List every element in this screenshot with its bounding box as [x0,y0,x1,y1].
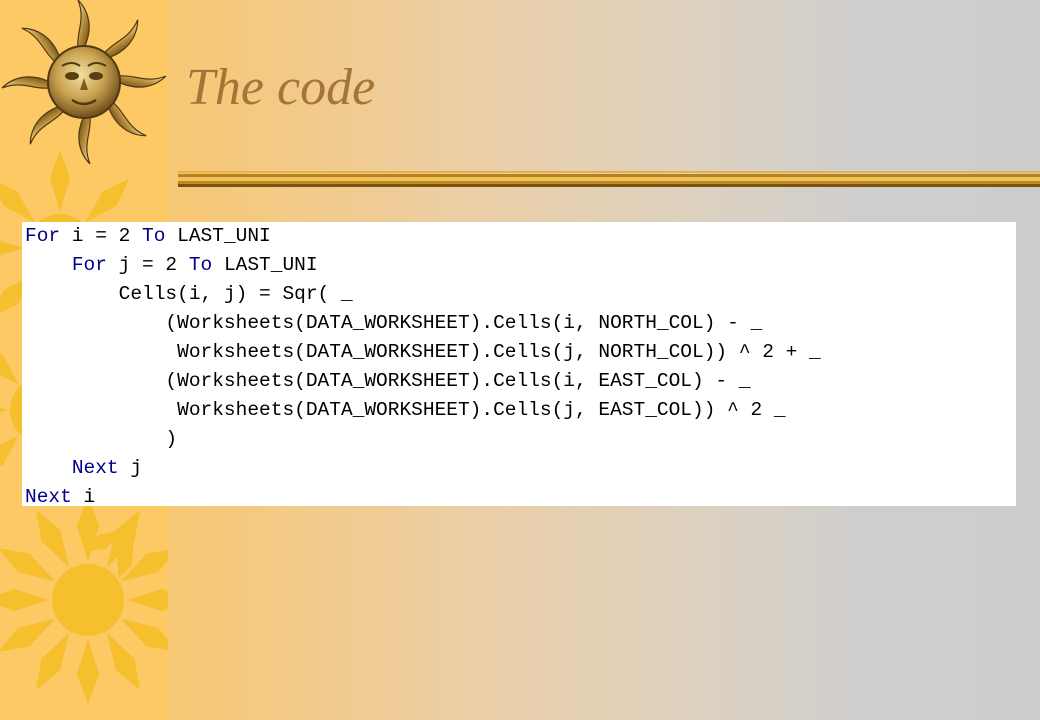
code-token: i = 2 [60,225,143,247]
code-keyword: To [142,225,166,247]
code-keyword: For [71,254,107,276]
code-line: Next i [25,483,821,512]
code-token: (Worksheets(DATA_WORKSHEET).Cells(i, EAS… [25,370,751,392]
code-token: Cells(i, j) = Sqr( _ [25,283,353,305]
code-token: (Worksheets(DATA_WORKSHEET).Cells(i, NOR… [25,312,763,334]
code-line: For i = 2 To LAST_UNI [25,222,821,251]
code-token: ) [25,428,178,450]
code-line: Cells(i, j) = Sqr( _ [25,280,821,309]
code-line: For j = 2 To LAST_UNI [25,251,821,280]
code-keyword: Next [25,486,72,508]
code-line: (Worksheets(DATA_WORKSHEET).Cells(i, NOR… [25,309,821,338]
slide-title: The code [186,59,376,116]
code-token: LAST_UNI [212,254,318,276]
code-token: i [71,486,96,508]
code-keyword: For [25,225,61,247]
code-keyword: To [188,254,213,276]
code-line: Worksheets(DATA_WORKSHEET).Cells(j, NORT… [25,338,821,367]
code-token: j = 2 [106,254,189,276]
code-token: Worksheets(DATA_WORKSHEET).Cells(j, NORT… [25,341,821,363]
code-token: j [118,457,143,479]
golden-face-sun-icon [1,0,167,165]
code-line: (Worksheets(DATA_WORKSHEET).Cells(i, EAS… [25,367,821,396]
code-token: Worksheets(DATA_WORKSHEET).Cells(j, EAST… [25,399,786,421]
code-line: Worksheets(DATA_WORKSHEET).Cells(j, EAST… [25,396,821,425]
code-line: ) [25,425,821,454]
code-token: LAST_UNI [165,225,271,247]
code-keyword: Next [71,457,119,479]
code-block: For i = 2 To LAST_UNI For j = 2 To LAST_… [22,222,1016,508]
sun-icon [0,496,168,704]
title-divider-rule [178,171,1040,187]
code-line: Next j [25,454,821,483]
code-text: For i = 2 To LAST_UNI For j = 2 To LAST_… [25,222,821,512]
